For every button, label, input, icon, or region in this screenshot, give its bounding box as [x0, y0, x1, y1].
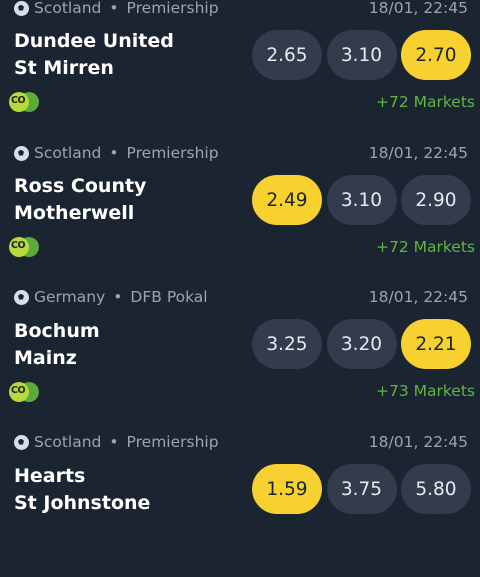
league-label: DFB Pokal: [130, 288, 208, 306]
match-card[interactable]: Germany • DFB Pokal 18/01, 22:45 Bochum …: [0, 287, 480, 432]
more-markets-link[interactable]: +73 Markets: [376, 381, 475, 401]
match-card[interactable]: Scotland • Premiership 18/01, 22:45 Ross…: [0, 143, 480, 288]
odd-draw-button[interactable]: 3.10: [326, 30, 397, 80]
away-team[interactable]: Mainz: [14, 345, 77, 371]
odds-row: 1.59 3.75 5.80: [252, 464, 476, 514]
match-datetime: 18/01, 22:45: [368, 0, 468, 17]
soccer-ball-icon: [14, 145, 29, 161]
odd-home-button[interactable]: 2.65: [252, 30, 322, 80]
cash-out-icon: CO: [9, 237, 39, 257]
country-label: Scotland: [34, 433, 102, 451]
separator: •: [109, 0, 119, 17]
odd-away-button[interactable]: 2.90: [401, 175, 471, 225]
match-datetime: 18/01, 22:45: [368, 288, 468, 306]
away-team[interactable]: St Johnstone: [14, 490, 150, 516]
odd-home-button[interactable]: 3.25: [252, 319, 322, 369]
country-label: Scotland: [34, 144, 102, 162]
more-markets-link[interactable]: +72 Markets: [376, 92, 475, 112]
odds-row: 3.25 3.20 2.21: [252, 319, 476, 369]
home-team[interactable]: Hearts: [14, 463, 85, 489]
separator: •: [109, 433, 119, 451]
league-label: Premiership: [126, 0, 219, 17]
away-team[interactable]: St Mirren: [14, 55, 114, 81]
separator: •: [109, 144, 119, 162]
cash-out-icon: CO: [9, 382, 39, 402]
odd-home-button[interactable]: 2.49: [252, 175, 322, 225]
cash-out-label: CO: [11, 240, 26, 251]
odds-row: 2.49 3.10 2.90: [252, 175, 476, 225]
league-label: Premiership: [126, 144, 219, 162]
soccer-ball-icon: [14, 434, 29, 450]
home-team[interactable]: Bochum: [14, 318, 100, 344]
match-card[interactable]: Scotland • Premiership 18/01, 22:45 Hear…: [0, 432, 480, 577]
away-team[interactable]: Motherwell: [14, 200, 134, 226]
odds-row: 2.65 3.10 2.70: [252, 30, 476, 80]
league-info: Scotland • Premiership: [14, 143, 219, 163]
cash-out-label: CO: [11, 385, 26, 396]
odd-away-button[interactable]: 2.70: [401, 30, 471, 80]
cash-out-icon: CO: [9, 92, 39, 112]
match-datetime: 18/01, 22:45: [368, 144, 468, 162]
odd-draw-button[interactable]: 3.10: [326, 175, 397, 225]
league-info: Scotland • Premiership: [14, 0, 219, 18]
more-markets-link[interactable]: +72 Markets: [376, 237, 475, 257]
odd-away-button[interactable]: 2.21: [401, 319, 471, 369]
odd-away-button[interactable]: 5.80: [401, 464, 471, 514]
odd-home-button[interactable]: 1.59: [252, 464, 322, 514]
match-card[interactable]: Scotland • Premiership 18/01, 22:45 Dund…: [0, 0, 480, 143]
soccer-ball-icon: [14, 289, 29, 305]
country-label: Germany: [34, 288, 106, 306]
match-datetime: 18/01, 22:45: [368, 433, 468, 451]
country-label: Scotland: [34, 0, 102, 17]
league-info: Scotland • Premiership: [14, 432, 219, 452]
cash-out-label: CO: [11, 95, 26, 106]
separator: •: [113, 288, 123, 306]
home-team[interactable]: Ross County: [14, 173, 146, 199]
league-label: Premiership: [126, 433, 219, 451]
soccer-ball-icon: [14, 0, 29, 16]
odd-draw-button[interactable]: 3.75: [326, 464, 397, 514]
league-info: Germany • DFB Pokal: [14, 287, 208, 307]
odd-draw-button[interactable]: 3.20: [326, 319, 397, 369]
home-team[interactable]: Dundee United: [14, 28, 174, 54]
